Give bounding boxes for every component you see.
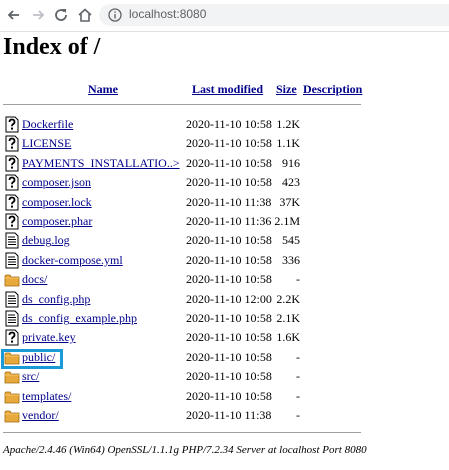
file-link[interactable]: public/ <box>22 350 55 365</box>
size-cell: 1.6K <box>276 330 300 345</box>
home-icon[interactable] <box>77 7 93 23</box>
table-row: composer.json 2020-11-10 10:58 423 <box>0 173 449 192</box>
browser-toolbar: localhost:8080 <box>0 0 449 32</box>
back-arrow-icon[interactable] <box>6 7 22 23</box>
text-file-icon <box>4 232 20 249</box>
last-modified-cell: 2020-11-10 11:36 <box>186 214 272 228</box>
file-link[interactable]: ds_config.php <box>22 292 90 307</box>
last-modified-cell: 2020-11-10 10:58 <box>186 233 272 248</box>
size-cell: 423 <box>282 175 300 190</box>
file-link[interactable]: composer.phar <box>22 214 92 229</box>
last-modified-cell: 2020-11-10 10:58 <box>186 330 272 345</box>
unknown-file-icon <box>4 213 20 230</box>
unknown-file-icon <box>4 155 20 172</box>
column-header-last-modified[interactable]: Last modified <box>192 82 263 97</box>
table-row: debug.log 2020-11-10 10:58 545 <box>0 231 449 250</box>
file-link[interactable]: LICENSE <box>22 136 71 151</box>
file-link[interactable]: composer.json <box>22 175 91 190</box>
table-row: PAYMENTS_INSTALLATIO..> 2020-11-10 10:58 9… <box>0 154 449 173</box>
last-modified-cell: 2020-11-10 10:58 <box>186 252 272 267</box>
table-row: docker-compose.yml 2020-11-10 10:58 336 <box>0 251 449 270</box>
folder-icon <box>4 349 20 366</box>
unknown-file-icon <box>4 329 20 346</box>
last-modified-cell: 2020-11-10 11:38 <box>186 408 272 422</box>
file-link[interactable]: vendor/ <box>22 408 59 423</box>
size-cell: - <box>296 272 300 287</box>
file-link[interactable]: templates/ <box>22 389 71 404</box>
info-icon[interactable] <box>108 8 122 22</box>
size-cell: 1.1K <box>276 136 300 151</box>
column-header-description[interactable]: Description <box>303 82 362 97</box>
table-row: LICENSE 2020-11-10 10:58 1.1K <box>0 134 449 153</box>
unknown-file-icon <box>4 194 20 211</box>
folder-icon <box>4 407 20 424</box>
reload-icon[interactable] <box>53 7 69 23</box>
last-modified-cell: 2020-11-10 10:58 <box>186 349 272 364</box>
size-cell: 545 <box>282 233 300 248</box>
folder-icon <box>4 368 20 385</box>
table-row: docs/2020-11-10 10:58 - <box>0 270 449 289</box>
unknown-file-icon <box>4 116 20 133</box>
size-cell: 916 <box>282 155 300 170</box>
table-row: public/2020-11-10 10:58 - <box>0 348 449 367</box>
last-modified-cell: 2020-11-10 10:58 <box>186 311 272 325</box>
file-link[interactable]: src/ <box>22 369 39 384</box>
last-modified-cell: 2020-11-10 10:58 <box>186 136 272 151</box>
file-link[interactable]: Dockerfile <box>22 117 73 132</box>
file-link[interactable]: private.key <box>22 330 76 345</box>
size-cell: - <box>296 388 300 403</box>
last-modified-cell: 2020-11-10 11:38 <box>186 194 272 209</box>
size-cell: 2.1K <box>276 311 300 325</box>
address-bar[interactable]: localhost:8080 <box>99 4 449 26</box>
last-modified-cell: 2020-11-10 12:00 <box>186 291 272 306</box>
last-modified-cell: 2020-11-10 10:58 <box>186 175 272 190</box>
file-link[interactable]: docs/ <box>22 272 47 287</box>
table-row: templates/2020-11-10 10:58 - <box>0 387 449 406</box>
file-link[interactable]: composer.lock <box>22 195 92 210</box>
table-row: src/2020-11-10 10:58 - <box>0 367 449 386</box>
last-modified-cell: 2020-11-10 10:58 <box>186 272 272 287</box>
page-title: Index of / <box>3 34 101 60</box>
header-divider <box>3 104 361 105</box>
footer-divider <box>3 432 361 433</box>
size-cell: 1.2K <box>276 117 300 131</box>
folder-icon <box>4 271 20 288</box>
text-file-icon <box>4 310 20 327</box>
table-row: composer.lock 2020-11-10 11:38 37K <box>0 193 449 212</box>
size-cell: - <box>296 369 300 384</box>
last-modified-cell: 2020-11-10 10:58 <box>186 155 272 170</box>
text-file-icon <box>4 252 20 269</box>
size-cell: 2.2K <box>276 291 300 306</box>
url-text[interactable]: localhost:8080 <box>129 7 206 21</box>
table-row: Dockerfile 2020-11-10 10:58 1.2K <box>0 115 449 134</box>
column-header-name[interactable]: Name <box>88 82 118 97</box>
file-link[interactable]: debug.log <box>22 233 70 248</box>
server-signature: Apache/2.4.46 (Win64) OpenSSL/1.1.1g PHP… <box>3 444 367 456</box>
column-header-size[interactable]: Size <box>276 82 297 97</box>
table-row: composer.phar 2020-11-10 11:36 2.1M <box>0 212 449 231</box>
size-cell: 336 <box>282 252 300 267</box>
file-link[interactable]: docker-compose.yml <box>22 253 123 268</box>
table-row: vendor/2020-11-10 11:38 - <box>0 406 449 425</box>
table-row: private.key 2020-11-10 10:58 1.6K <box>0 328 449 347</box>
last-modified-cell: 2020-11-10 10:58 <box>186 388 272 403</box>
size-cell: 2.1M <box>274 214 300 228</box>
size-cell: 37K <box>279 194 300 209</box>
last-modified-cell: 2020-11-10 10:58 <box>186 117 272 131</box>
unknown-file-icon <box>4 174 20 191</box>
folder-icon <box>4 388 20 405</box>
table-row: ds_config.php 2020-11-10 12:00 2.2K <box>0 290 449 309</box>
file-link[interactable]: ds_config_example.php <box>22 311 137 326</box>
last-modified-cell: 2020-11-10 10:58 <box>186 369 272 384</box>
table-row: ds_config_example.php 2020-11-10 10:58 2.1… <box>0 309 449 328</box>
text-file-icon <box>4 291 20 308</box>
size-cell: - <box>296 408 300 422</box>
forward-arrow-icon[interactable] <box>30 7 46 23</box>
unknown-file-icon <box>4 135 20 152</box>
size-cell: - <box>296 349 300 364</box>
file-link[interactable]: PAYMENTS_INSTALLATIO..> <box>22 156 180 171</box>
